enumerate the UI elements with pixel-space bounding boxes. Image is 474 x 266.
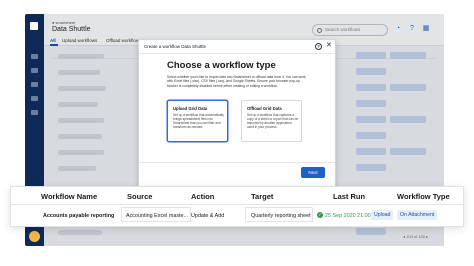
column-header-workflow-type[interactable]: Workflow Type [397, 192, 450, 201]
nav-favorites-icon[interactable] [31, 96, 38, 101]
option-title: Offload Grid Data [247, 106, 282, 111]
upload-grid-data-option[interactable]: Upload Grid Data Set up a workflow that … [167, 100, 228, 142]
option-description: Set up a workflow that automatically bri… [173, 113, 224, 130]
column-header-source[interactable]: Source [127, 192, 152, 201]
nav-browse-icon[interactable] [31, 68, 38, 73]
column-header-workflow-name[interactable]: Workflow Name [41, 192, 97, 201]
trigger-badge: On Attachment [397, 210, 438, 220]
nav-new-icon[interactable] [31, 110, 38, 115]
dialog-description: Select whether you'd like to import data… [167, 75, 306, 88]
next-button[interactable]: Next [301, 167, 325, 178]
target-value: Quarterly reporting sheet [251, 213, 311, 219]
dialog-heading: Choose a workflow type [167, 60, 276, 71]
source-value: Accounting Excel maste... [126, 213, 189, 219]
header-divider [11, 204, 463, 205]
action-cell: Update & Add [191, 213, 225, 219]
dialog-title-bar: Create a workflow Data Shuttle ? ✕ [139, 40, 335, 54]
help-icon[interactable]: ? [315, 43, 322, 50]
smartsheet-logo-icon[interactable] [30, 22, 38, 30]
workflow-type-badge: Upload [371, 210, 394, 220]
option-description: Set up a workflow that captures a copy o… [247, 113, 299, 130]
column-header-action[interactable]: Action [191, 192, 214, 201]
offload-grid-data-option[interactable]: Offload Grid Data Set up a workflow that… [241, 100, 302, 142]
column-header-last-run[interactable]: Last Run [333, 192, 365, 201]
success-check-icon: ✓ [317, 212, 323, 218]
workflow-table: Workflow Name Source Action Target Last … [10, 186, 464, 227]
dialog-footer-divider [139, 162, 335, 163]
create-workflow-dialog: Create a workflow Data Shuttle ? ✕ Choos… [138, 39, 336, 189]
nav-recents-icon[interactable] [31, 82, 38, 87]
last-run-value: 25 Sep 2020 21:00 [325, 213, 371, 219]
column-header-target[interactable]: Target [251, 192, 273, 201]
option-title: Upload Grid Data [173, 106, 208, 111]
dialog-title: Create a workflow Data Shuttle [144, 44, 207, 49]
nav-home-icon[interactable] [31, 54, 38, 59]
pagination-control[interactable]: ◂ 104 of 100 ▸ [403, 233, 428, 241]
user-avatar[interactable] [29, 231, 40, 242]
close-icon[interactable]: ✕ [326, 42, 332, 50]
workflow-name-cell[interactable]: Accounts payable reporting [43, 213, 114, 219]
